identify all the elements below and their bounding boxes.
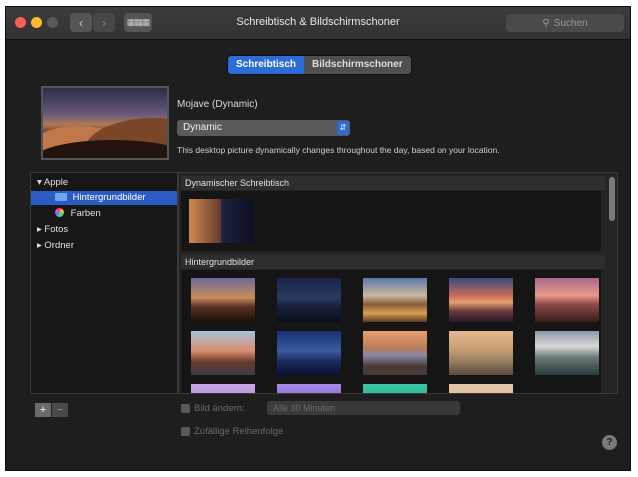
wallpaper-thumbnail[interactable] <box>449 331 513 375</box>
source-sidebar: ▾ Apple Hintergrundbilder Farben ▸ Fotos… <box>30 172 178 394</box>
sidebar-item-ordner[interactable]: ▸ Ordner <box>31 239 177 253</box>
disclosure-open-icon[interactable]: ▾ <box>37 177 42 188</box>
search-input[interactable]: ⚲ Suchen <box>506 14 624 32</box>
wallpaper-thumbnail[interactable] <box>363 331 427 375</box>
sidebar-item-farben[interactable]: Farben <box>31 207 177 221</box>
random-order-label: Zufällige Reihenfolge <box>194 426 284 437</box>
search-icon: ⚲ <box>542 17 550 29</box>
search-placeholder: Suchen <box>553 17 588 29</box>
wallpaper-thumbnail[interactable] <box>363 384 427 393</box>
sidebar-item-label: Fotos <box>44 224 69 235</box>
section-header-dynamic: Dynamischer Schreibtisch <box>181 176 605 190</box>
folder-icon <box>55 193 67 201</box>
tab-bildschirmschoner[interactable]: Bildschirmschoner <box>304 56 411 74</box>
dynamic-section <box>181 191 601 251</box>
section-header-wallpapers: Hintergrundbilder <box>181 255 605 269</box>
dynamic-mode-value: Dynamic <box>183 122 222 133</box>
updown-arrows-icon: ⇵ <box>337 121 349 135</box>
sidebar-item-label: Ordner <box>44 240 74 251</box>
interval-select[interactable]: Alle 30 Minuten <box>267 401 460 415</box>
sidebar-item-hintergrundbilder[interactable]: Hintergrundbilder <box>31 191 177 205</box>
tab-bar: Schreibtisch Bildschirmschoner <box>227 55 412 75</box>
disclosure-closed-icon[interactable]: ▸ <box>37 240 42 251</box>
wallpaper-browser: Dynamischer Schreibtisch Hintergrundbild… <box>178 172 618 394</box>
scrollbar-thumb[interactable] <box>609 177 615 221</box>
wallpaper-thumbnail[interactable] <box>277 331 341 375</box>
disclosure-closed-icon[interactable]: ▸ <box>37 224 42 235</box>
help-button[interactable]: ? <box>602 435 617 450</box>
dynamic-mode-select[interactable]: Dynamic ⇵ <box>177 120 350 136</box>
sidebar-item-label: Hintergrundbilder <box>72 192 146 203</box>
sidebar-item-fotos[interactable]: ▸ Fotos <box>31 223 177 237</box>
wallpaper-thumbnail[interactable] <box>191 278 255 322</box>
interval-value: Alle 30 Minuten <box>273 403 336 413</box>
change-picture-label: Bild ändern: <box>194 403 245 414</box>
wallpaper-thumbnail[interactable] <box>449 384 513 393</box>
add-folder-button[interactable]: + <box>35 403 51 417</box>
tab-schreibtisch[interactable]: Schreibtisch <box>228 56 305 74</box>
current-wallpaper-preview <box>41 86 169 160</box>
wallpaper-name: Mojave (Dynamic) <box>177 99 258 110</box>
wallpaper-thumbnail[interactable] <box>191 384 255 393</box>
wallpaper-thumbnail[interactable] <box>535 331 599 375</box>
wallpapers-section <box>181 270 601 393</box>
sidebar-item-label: Apple <box>43 177 69 188</box>
change-picture-checkbox[interactable] <box>181 404 190 413</box>
wallpaper-description: This desktop picture dynamically changes… <box>177 145 500 155</box>
preferences-window: ‹ › ▦▦▦ Schreibtisch & Bildschirmschoner… <box>5 6 631 471</box>
wallpaper-thumbnail[interactable] <box>449 278 513 322</box>
sidebar-item-label: Farben <box>70 208 101 219</box>
random-order-checkbox[interactable] <box>181 427 190 436</box>
sidebar-item-apple[interactable]: ▾ Apple <box>31 176 177 190</box>
wallpaper-thumbnail[interactable] <box>277 278 341 322</box>
wallpaper-thumbnail[interactable] <box>535 278 599 322</box>
title-bar: ‹ › ▦▦▦ Schreibtisch & Bildschirmschoner… <box>6 7 630 40</box>
remove-folder-button[interactable]: − <box>52 403 68 417</box>
color-wheel-icon <box>55 208 64 217</box>
wallpaper-thumbnail[interactable] <box>191 331 255 375</box>
wallpaper-thumbnail[interactable] <box>189 199 253 243</box>
wallpaper-thumbnail[interactable] <box>277 384 341 393</box>
wallpaper-thumbnail[interactable] <box>363 278 427 322</box>
